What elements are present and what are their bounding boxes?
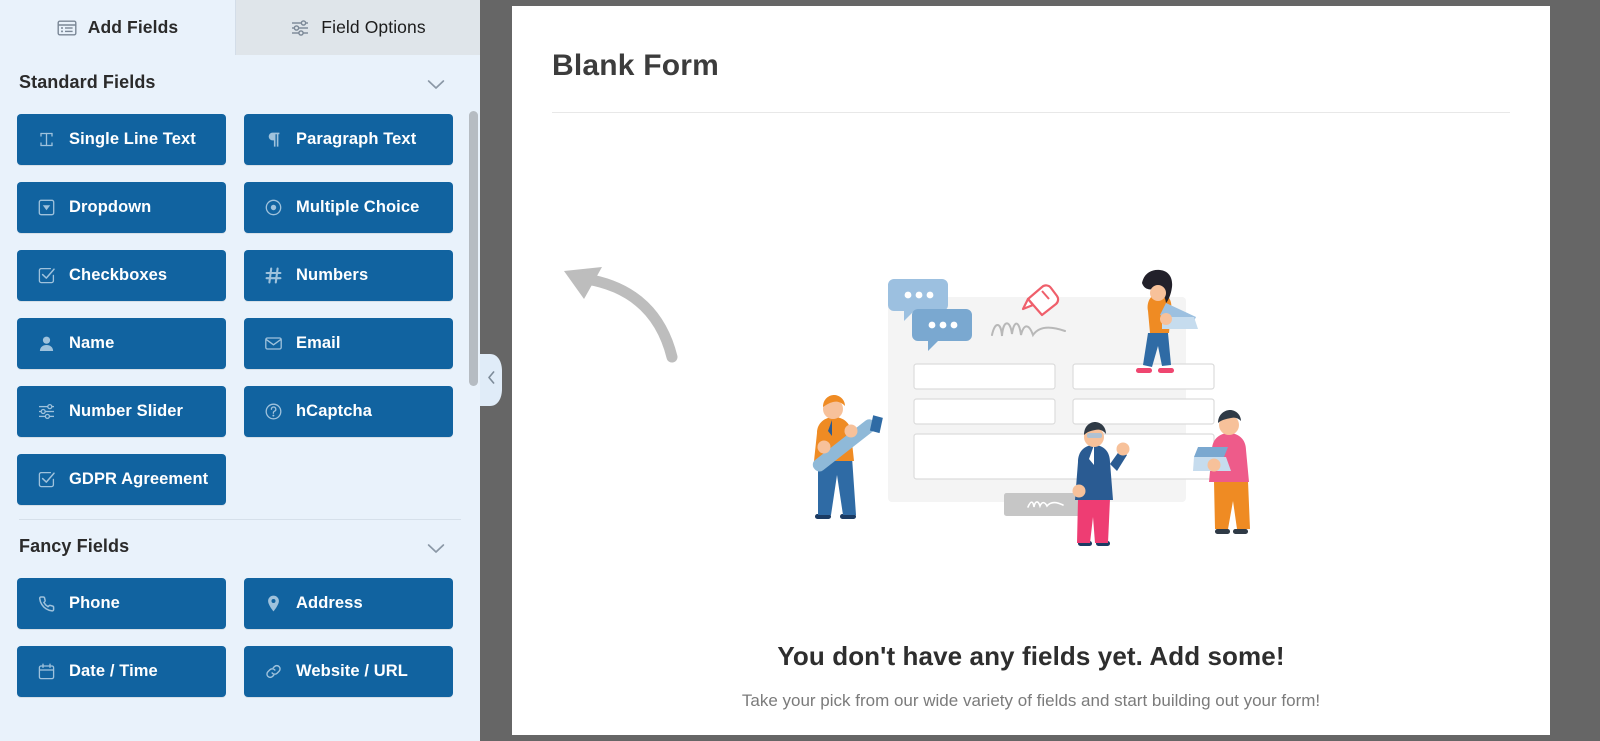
section-header-fancy-fields[interactable]: Fancy Fields [17, 520, 463, 572]
chevron-left-icon [486, 370, 497, 390]
sidebar-tabbar: Add Fields Field Options [0, 0, 480, 55]
field-label: Date / Time [69, 662, 158, 680]
form-preview-panel: Blank Form You don't have any fields yet… [512, 6, 1550, 735]
field-button-email[interactable]: Email [244, 318, 453, 369]
calendar-icon [37, 662, 56, 681]
section-title-fancy-fields: Fancy Fields [19, 535, 130, 556]
field-button-address[interactable]: Address [244, 578, 453, 629]
section-header-standard-fields[interactable]: Standard Fields [17, 56, 463, 108]
field-button-date-time[interactable]: Date / Time [17, 646, 226, 697]
field-label: Email [296, 334, 341, 352]
standard-fields-grid: Single Line Text Paragraph Text Dropdown… [17, 108, 463, 505]
field-label: hCaptcha [296, 402, 372, 420]
sidebar-collapse-handle[interactable] [480, 354, 502, 406]
field-button-dropdown[interactable]: Dropdown [17, 182, 226, 233]
form-builder-illustration [796, 241, 1266, 553]
sidebar-scroll-area: Standard Fields Single Line Text Paragra… [0, 56, 480, 741]
fields-sidebar: Add Fields Field Options Standard Fields… [0, 0, 480, 741]
curved-arrow-icon [544, 253, 684, 363]
empty-state-subtext: Take your pick from our wide variety of … [741, 691, 1321, 710]
list-panel-icon [57, 18, 77, 38]
field-button-checkboxes[interactable]: Checkboxes [17, 250, 226, 301]
field-label: GDPR Agreement [69, 470, 209, 488]
question-circle-icon [264, 402, 283, 421]
field-button-phone[interactable]: Phone [17, 578, 226, 629]
field-button-multiple-choice[interactable]: Multiple Choice [244, 182, 453, 233]
sidebar-scrollbar-thumb[interactable] [469, 111, 478, 386]
field-button-gdpr-agreement[interactable]: GDPR Agreement [17, 454, 226, 505]
hash-icon [264, 266, 283, 285]
link-icon [264, 662, 283, 681]
field-label: Number Slider [69, 402, 184, 420]
field-label: Multiple Choice [296, 198, 420, 216]
checkbox-icon [37, 266, 56, 285]
field-button-paragraph-text[interactable]: Paragraph Text [244, 114, 453, 165]
fancy-fields-grid: Phone Address Date / Time Website / URL [17, 572, 463, 697]
chevron-down-icon [427, 77, 445, 89]
tab-field-options-label: Field Options [321, 17, 426, 37]
field-button-website-url[interactable]: Website / URL [244, 646, 453, 697]
field-label: Website / URL [296, 662, 408, 680]
sidebar-scrollbar-track[interactable] [467, 56, 480, 741]
field-label: Address [296, 594, 363, 612]
form-title[interactable]: Blank Form [512, 6, 1550, 83]
sliders-icon [290, 18, 310, 38]
radio-button-icon [264, 198, 283, 217]
form-builder-app: Add Fields Field Options Standard Fields… [0, 0, 1600, 741]
sliders-icon [37, 402, 56, 421]
user-icon [37, 334, 56, 353]
field-label: Phone [69, 594, 120, 612]
empty-state-heading: You don't have any fields yet. Add some! [777, 641, 1285, 671]
section-title-standard-fields: Standard Fields [19, 71, 156, 92]
dropdown-caret-icon [37, 198, 56, 217]
tab-add-fields[interactable]: Add Fields [0, 0, 235, 55]
pilcrow-icon [264, 130, 283, 149]
form-canvas[interactable]: You don't have any fields yet. Add some!… [512, 113, 1550, 713]
field-label: Name [69, 334, 115, 352]
field-label: Single Line Text [69, 130, 196, 148]
field-button-single-line-text[interactable]: Single Line Text [17, 114, 226, 165]
map-pin-icon [264, 594, 283, 613]
field-label: Checkboxes [69, 266, 168, 284]
envelope-icon [264, 334, 283, 353]
tab-add-fields-label: Add Fields [87, 17, 179, 37]
chevron-down-icon [427, 541, 445, 553]
field-button-name[interactable]: Name [17, 318, 226, 369]
tab-field-options[interactable]: Field Options [235, 0, 480, 55]
field-label: Numbers [296, 266, 369, 284]
text-cursor-icon [37, 130, 56, 149]
field-button-number-slider[interactable]: Number Slider [17, 386, 226, 437]
field-label: Paragraph Text [296, 130, 417, 148]
field-button-hcaptcha[interactable]: hCaptcha [244, 386, 453, 437]
field-button-numbers[interactable]: Numbers [244, 250, 453, 301]
checkbox-icon [37, 470, 56, 489]
field-label: Dropdown [69, 198, 152, 216]
phone-icon [37, 594, 56, 613]
